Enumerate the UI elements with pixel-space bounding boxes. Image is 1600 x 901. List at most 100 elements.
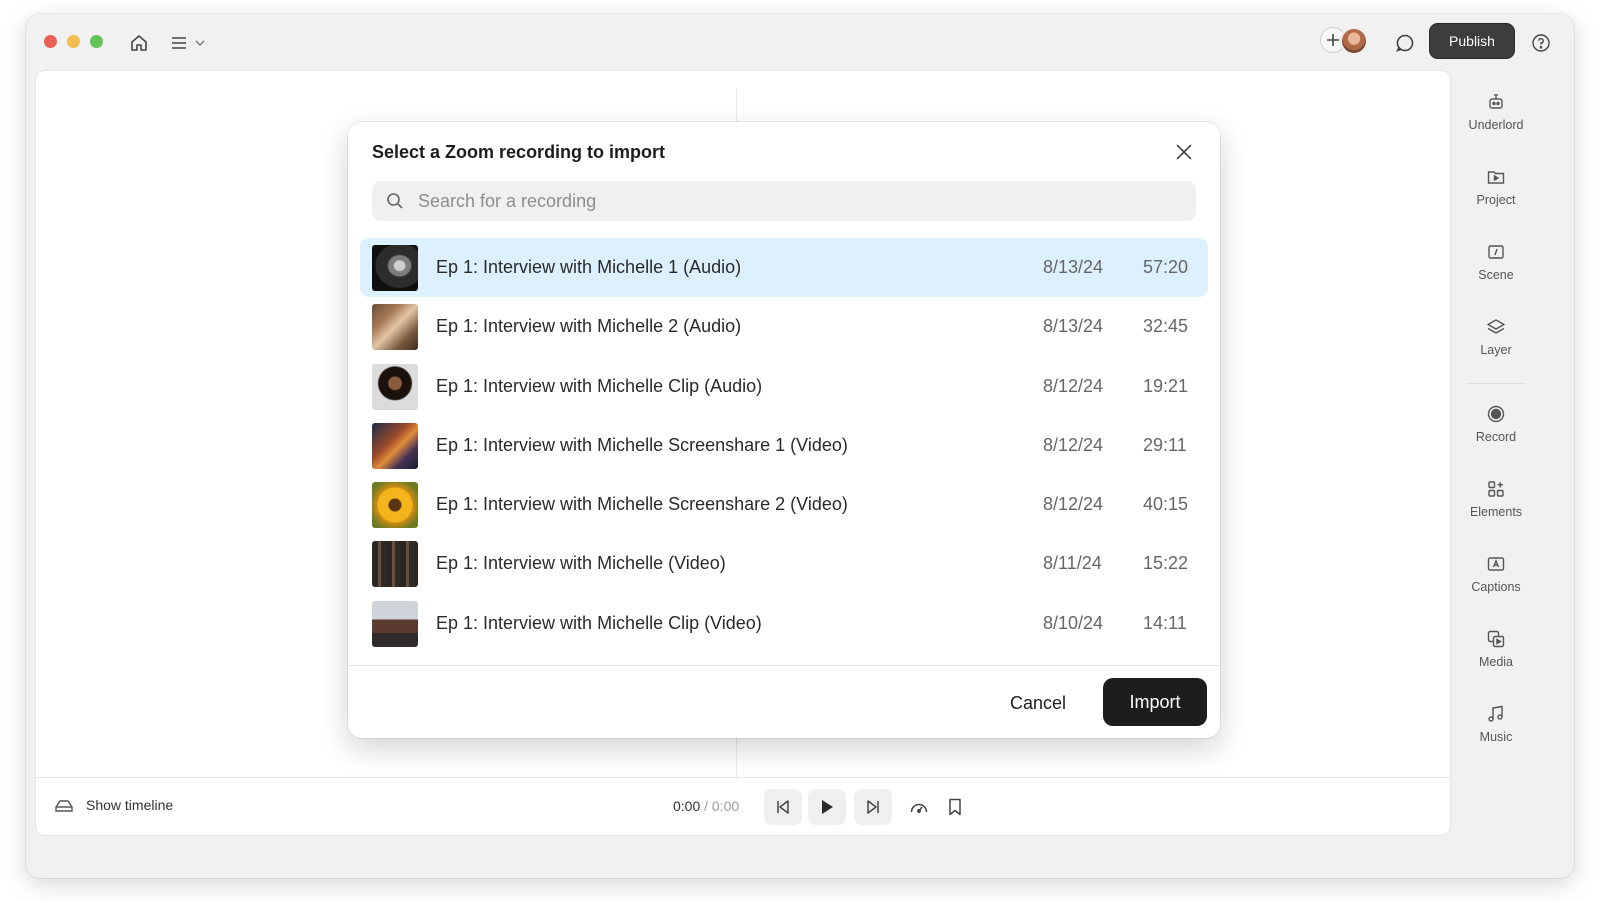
sidebar-item-music[interactable]: Music [1456, 704, 1536, 744]
dialog-footer: Cancel Import [348, 665, 1220, 738]
import-button[interactable]: Import [1103, 678, 1207, 726]
publish-button[interactable]: Publish [1429, 23, 1515, 59]
recording-title: Ep 1: Interview with Michelle 2 (Audio) [436, 316, 742, 337]
close-icon [1176, 144, 1192, 160]
close-dialog-button[interactable] [1172, 140, 1196, 164]
total-time: 0:00 [711, 798, 740, 814]
import-recording-dialog: Select a Zoom recording to import Ep 1: … [348, 122, 1220, 738]
show-timeline-button[interactable]: Show timeline [54, 797, 173, 813]
sidebar-item-captions[interactable]: Captions [1456, 554, 1536, 594]
avatar[interactable] [1340, 27, 1368, 55]
comment-icon [1395, 34, 1414, 52]
recording-duration: 32:45 [1143, 316, 1189, 337]
recording-title: Ep 1: Interview with Michelle Screenshar… [436, 434, 848, 455]
comments-button[interactable] [1392, 30, 1418, 56]
recording-thumbnail [372, 600, 418, 647]
robot-icon [1489, 94, 1503, 109]
sidebar-item-label: Scene [1478, 268, 1514, 282]
plus-icon [1327, 34, 1339, 46]
skip-forward-button[interactable] [854, 789, 892, 825]
recording-row[interactable]: Ep 1: Interview with Michelle Screenshar… [360, 475, 1208, 534]
sidebar-item-project[interactable]: Project [1456, 167, 1536, 207]
window-controls [44, 35, 103, 48]
skip-back-icon [777, 800, 789, 814]
timeline-icon [55, 800, 73, 812]
recording-title: Ep 1: Interview with Michelle (Video) [436, 553, 726, 574]
recording-row[interactable]: Ep 1: Interview with Michelle 2 (Audio) … [360, 297, 1208, 356]
sidebar-item-underlord[interactable]: Underlord [1456, 92, 1536, 132]
sidebar-item-label: Elements [1469, 505, 1523, 519]
elements-icon [1488, 481, 1504, 497]
recording-duration: 40:15 [1143, 494, 1189, 515]
sidebar-item-label: Music [1479, 730, 1513, 744]
recording-thumbnail [372, 245, 418, 291]
recording-date: 8/13/24 [1043, 316, 1104, 337]
layer-icon [1487, 319, 1505, 334]
recording-title: Ep 1: Interview with Michelle 1 (Audio) [436, 257, 742, 277]
recording-title: Ep 1: Interview with Michelle Screenshar… [436, 494, 848, 515]
recording-title: Ep 1: Interview with Michelle Clip (Vide… [436, 612, 762, 633]
scene-icon [1488, 245, 1504, 259]
close-window-button[interactable] [44, 35, 57, 48]
recording-date: 8/12/24 [1043, 494, 1104, 515]
sidebar-item-label: Underlord [1468, 118, 1524, 132]
recording-row[interactable]: Ep 1: Interview with Michelle Clip (Audi… [360, 357, 1208, 416]
cancel-button[interactable]: Cancel [993, 686, 1083, 720]
recording-duration: 14:11 [1143, 612, 1187, 633]
recording-row[interactable]: Ep 1: Interview with Michelle (Video) 8/… [360, 534, 1208, 593]
recording-date: 8/13/24 [1043, 257, 1104, 277]
recording-row[interactable]: Ep 1: Interview with Michelle Clip (Vide… [360, 594, 1208, 653]
help-icon [1532, 34, 1550, 52]
sidebar-item-scene[interactable]: Scene [1456, 242, 1536, 282]
recording-thumbnail [372, 482, 418, 529]
search-bar [372, 181, 1196, 221]
recording-date: 8/12/24 [1043, 375, 1104, 396]
sidebar-item-label: Media [1478, 655, 1514, 669]
sidebar-item-label: Record [1475, 430, 1517, 444]
maximize-window-button[interactable] [90, 35, 103, 48]
search-input[interactable] [418, 190, 1158, 212]
timecode: 0:00 / 0:00 [673, 798, 739, 814]
menu-icon [172, 37, 186, 49]
help-button[interactable] [1528, 30, 1554, 56]
recording-date: 8/12/24 [1043, 434, 1104, 455]
sidebar-item-elements[interactable]: Elements [1456, 479, 1536, 519]
recording-thumbnail [372, 541, 418, 588]
recording-duration: 57:20 [1143, 257, 1189, 277]
title-bar: Publish [26, 14, 1574, 70]
sidebar-divider [1468, 383, 1524, 384]
current-time: 0:00 [673, 798, 701, 814]
recording-row[interactable]: Ep 1: Interview with Michelle 1 (Audio) … [360, 238, 1208, 298]
skip-forward-icon [867, 800, 879, 814]
play-button[interactable] [808, 789, 846, 825]
dialog-title: Select a Zoom recording to import [372, 142, 666, 162]
speedometer-icon [910, 803, 928, 813]
media-icon [1487, 630, 1505, 648]
recording-row[interactable]: Ep 1: Interview with Michelle Screenshar… [360, 416, 1208, 475]
bookmark-icon [949, 798, 961, 816]
show-timeline-label: Show timeline [86, 797, 174, 813]
recording-date: 8/11/24 [1043, 553, 1102, 574]
sidebar-item-layer[interactable]: Layer [1456, 317, 1536, 357]
recording-list: Ep 1: Interview with Michelle 1 (Audio) … [360, 238, 1208, 653]
home-button[interactable] [126, 30, 152, 56]
playback-speed-button[interactable] [904, 789, 934, 825]
recording-duration: 29:11 [1143, 434, 1187, 455]
time-separator: / [700, 798, 712, 814]
search-icon [387, 193, 403, 209]
playback-bar: Show timeline 0:00 / 0:00 [36, 777, 1450, 835]
bookmark-button[interactable] [940, 789, 970, 825]
chevron-down-icon [195, 40, 205, 46]
recording-date: 8/10/24 [1043, 612, 1104, 633]
sidebar-item-media[interactable]: Media [1456, 629, 1536, 669]
recording-duration: 19:21 [1143, 375, 1189, 396]
home-icon [131, 35, 147, 51]
skip-back-button[interactable] [764, 789, 802, 825]
project-icon [1487, 171, 1505, 184]
menu-button[interactable] [168, 30, 208, 56]
sidebar-item-record[interactable]: Record [1456, 404, 1536, 444]
sidebar-item-label: Captions [1471, 580, 1521, 594]
sidebar-item-label: Layer [1480, 343, 1512, 357]
minimize-window-button[interactable] [67, 35, 80, 48]
recording-thumbnail [372, 422, 418, 469]
